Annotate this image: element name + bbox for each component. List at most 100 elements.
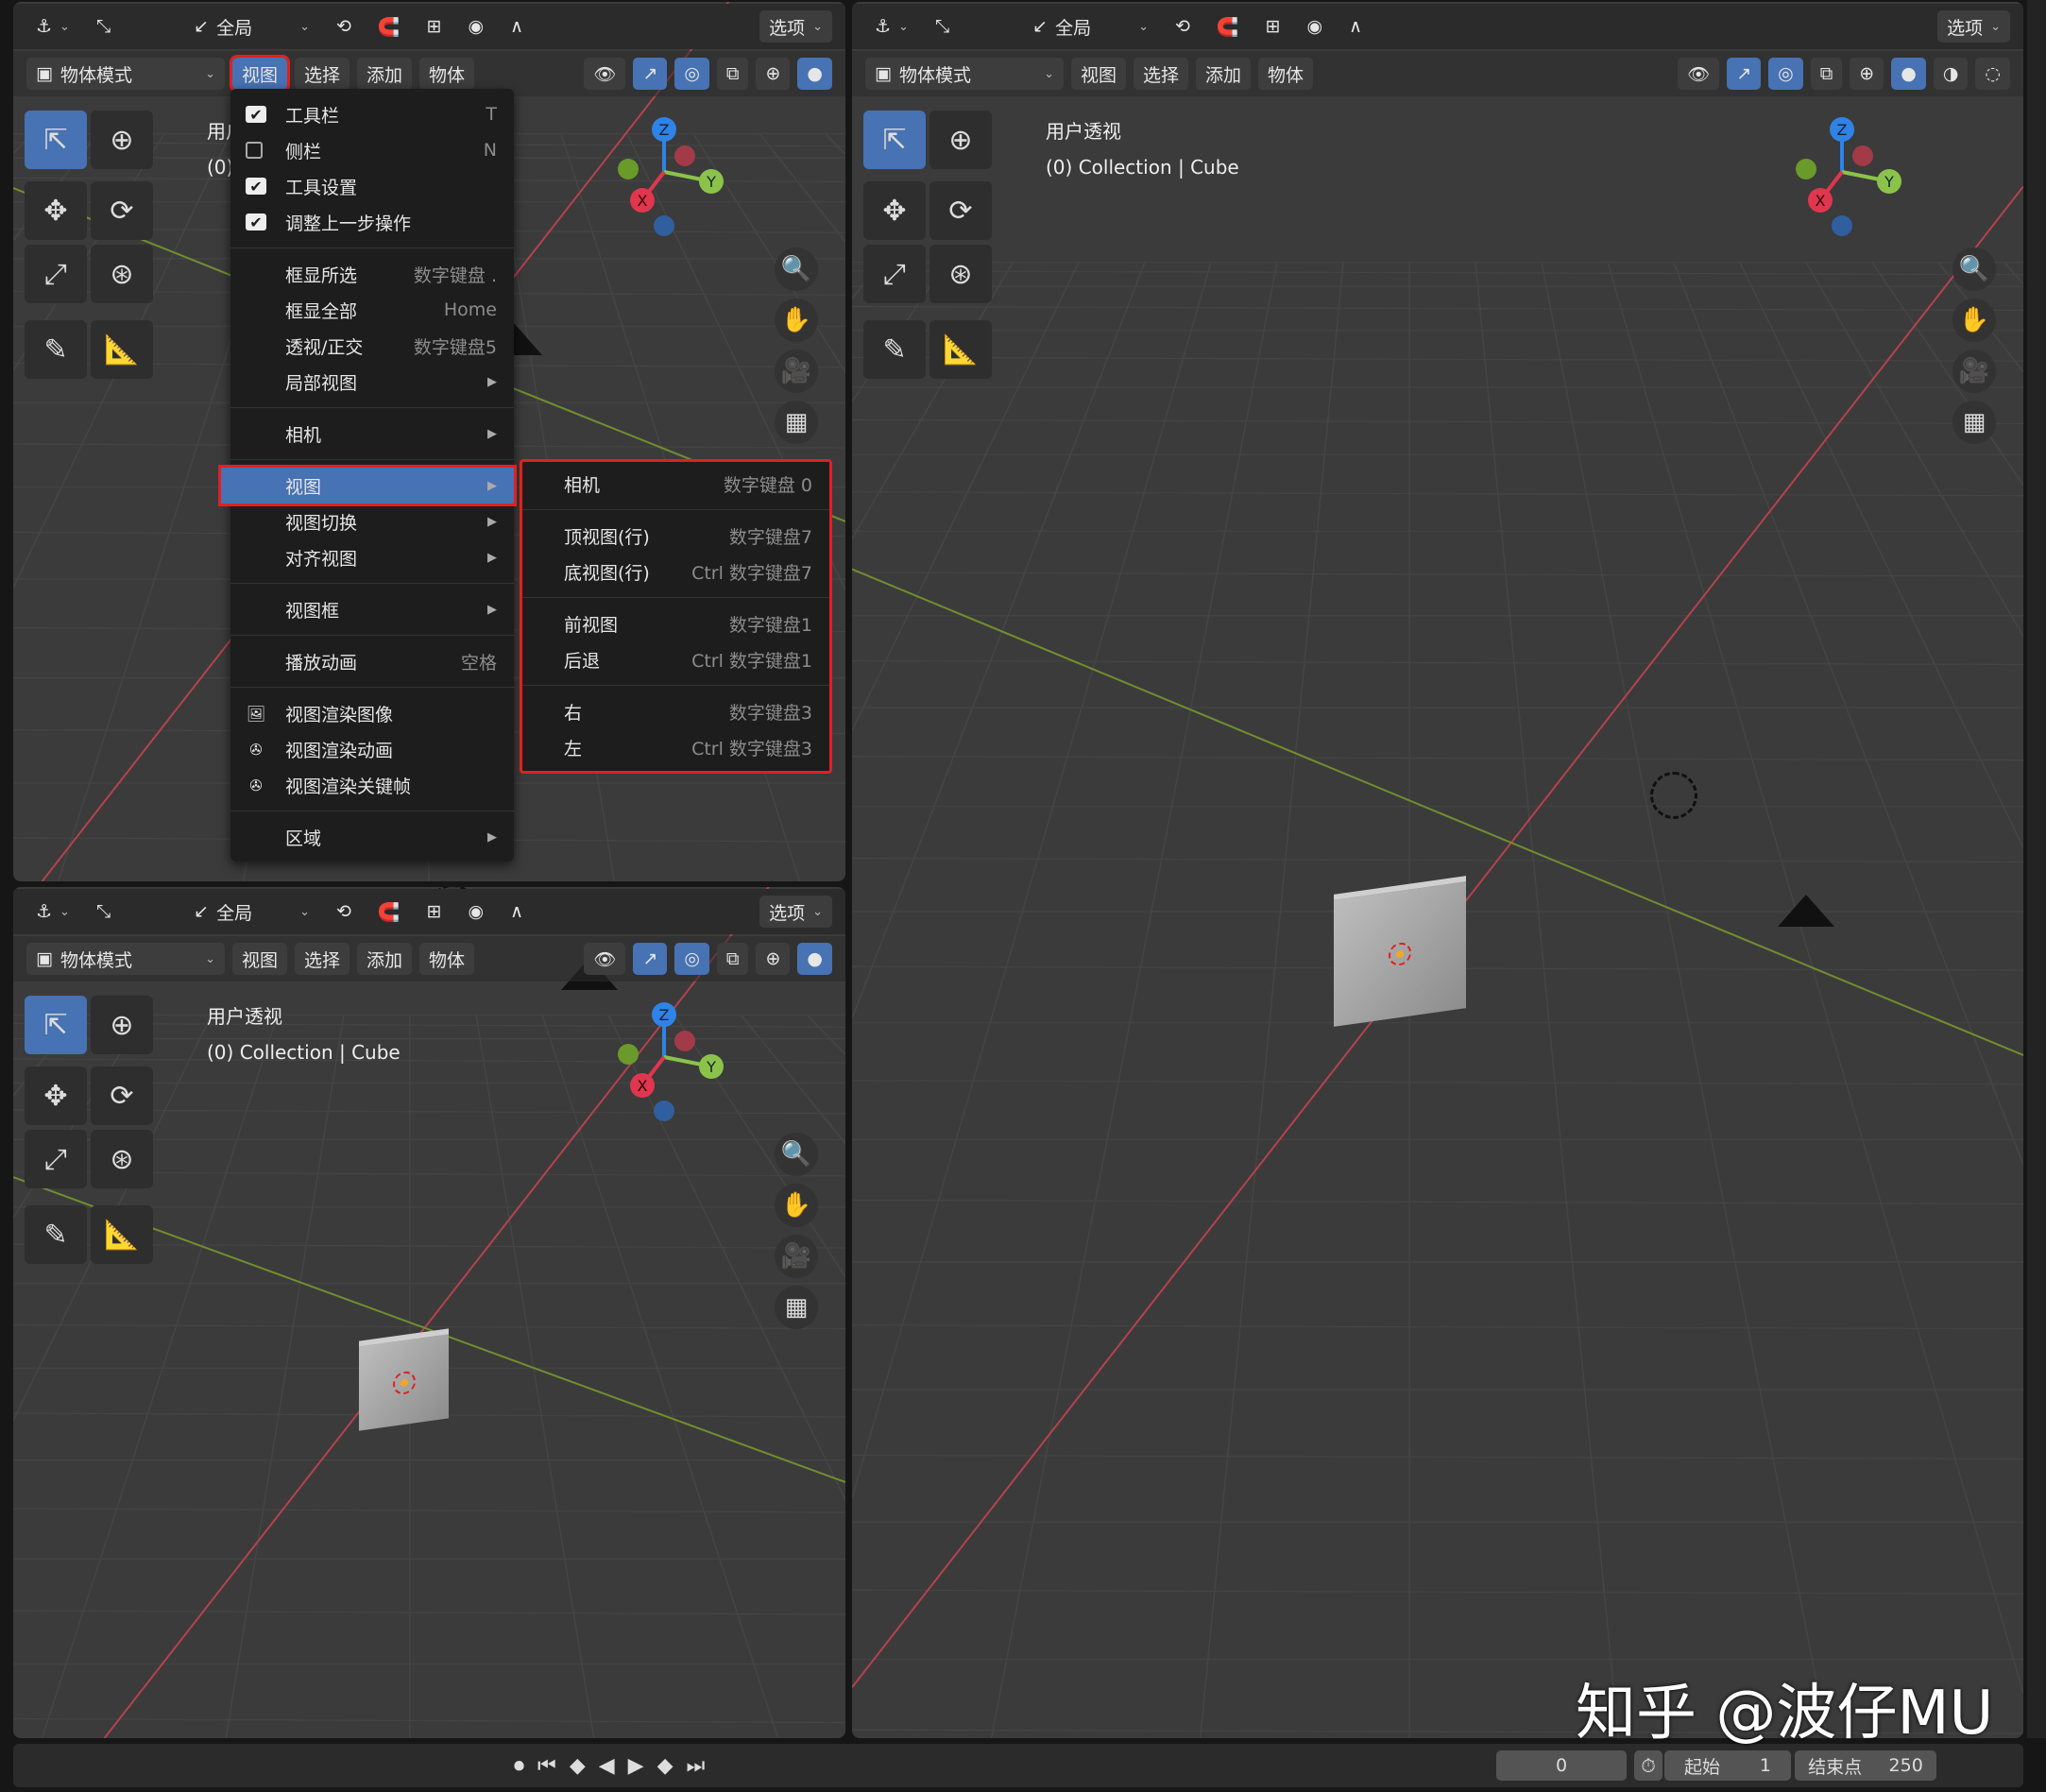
pivot-point-button[interactable]: ⟲ bbox=[1166, 10, 1200, 43]
gizmo-toggle-button[interactable]: ↗ bbox=[633, 943, 668, 975]
menu-icon-placeholder[interactable] bbox=[246, 337, 266, 354]
transform-tool[interactable]: ⊛ bbox=[91, 245, 153, 303]
gizmo-toggle-button[interactable]: ↗ bbox=[1727, 58, 1762, 90]
xray-button[interactable]: ⧉ bbox=[1810, 58, 1843, 90]
menu-icon-placeholder[interactable] bbox=[246, 265, 266, 282]
select-mode-icon[interactable]: ⤡ bbox=[87, 10, 120, 43]
rotate-tool[interactable]: ⟳ bbox=[91, 181, 153, 240]
jump-end-icon[interactable]: ⏭ bbox=[687, 1754, 706, 1778]
menu-item[interactable]: 🖼 视图渲染图像 bbox=[230, 695, 514, 731]
options-dropdown[interactable]: 选项 ⌄ bbox=[759, 896, 832, 928]
menu-icon-placeholder[interactable] bbox=[246, 477, 266, 494]
cube-object[interactable] bbox=[1334, 876, 1466, 1027]
zoom-button[interactable]: 🔍 bbox=[1952, 247, 1996, 291]
orientation-dropdown[interactable]: ↙ 全局 ⌄ bbox=[184, 896, 319, 928]
menu-icon-placeholder[interactable] bbox=[246, 828, 266, 845]
options-dropdown[interactable]: 选项 ⌄ bbox=[759, 10, 832, 43]
falloff-button[interactable]: ∧ bbox=[501, 896, 533, 928]
menu-item[interactable]: 框显所选 数字键盘 . bbox=[230, 256, 514, 292]
pan-hand-button[interactable]: ✋ bbox=[1952, 299, 1996, 342]
prev-keyframe-icon[interactable]: ◆ bbox=[570, 1754, 586, 1778]
select-box-tool[interactable]: ⇱ bbox=[863, 111, 926, 169]
submenu-item[interactable]: 相机 数字键盘 0 bbox=[522, 466, 829, 502]
menu-item[interactable]: 相机 ▶ bbox=[230, 416, 514, 452]
menu-item[interactable]: 侧栏 N bbox=[230, 132, 514, 168]
mode-dropdown[interactable]: ▣ 物体模式 ⌄ bbox=[865, 58, 1064, 90]
menu-item[interactable]: ✔ 工具栏 T bbox=[230, 96, 514, 132]
menu-item[interactable]: 局部视图 ▶ bbox=[230, 364, 514, 400]
menu-view[interactable]: 视图 bbox=[1071, 58, 1127, 90]
play-icon[interactable]: ▶ bbox=[628, 1754, 644, 1778]
menu-item[interactable]: 视图 ▶ bbox=[218, 465, 517, 506]
render-image-icon[interactable]: 🖼 bbox=[246, 705, 266, 723]
cursor-tool[interactable]: ⊕ bbox=[929, 111, 992, 169]
menu-view[interactable]: 视图 bbox=[229, 55, 291, 93]
play-reverse-icon[interactable]: ◀ bbox=[599, 1754, 615, 1778]
submenu-item[interactable]: 左 Ctrl 数字键盘3 bbox=[522, 729, 829, 765]
camera-view-button[interactable]: 🎥 bbox=[1952, 350, 1996, 393]
ortho-grid-button[interactable]: ▦ bbox=[1952, 401, 1996, 444]
menu-item[interactable]: 视图切换 ▶ bbox=[230, 503, 514, 539]
navigation-gizmo[interactable]: Z Y X bbox=[590, 111, 732, 252]
orientation-dropdown[interactable]: ↙ 全局 ⌄ bbox=[184, 10, 319, 43]
proportional-edit-button[interactable]: ◉ bbox=[1298, 10, 1333, 43]
checkbox-checked-icon[interactable]: ✔ bbox=[246, 213, 266, 231]
viewport-bottom-left[interactable]: ⚓ ⌄ ⤡ ↙ 全局 ⌄ ⟲ 🧲 ⊞ ◉ ∧ 选项 ⌄ ▣ 物体模式 ⌄ 视图 选择 添加 物体 👁 ↗ ◎ ⧉ ⊕ ● ⇱ ⊕ ✥ ⟳ ⤢… bbox=[13, 887, 845, 1738]
cube-object[interactable] bbox=[358, 1327, 449, 1431]
menu-object[interactable]: 物体 bbox=[1258, 58, 1314, 90]
solid-shading-button[interactable]: ● bbox=[1891, 58, 1926, 90]
pivot-point-button[interactable]: ⟲ bbox=[327, 10, 361, 43]
overlay-button[interactable]: ◎ bbox=[674, 58, 709, 90]
menu-icon-placeholder[interactable] bbox=[246, 301, 266, 318]
proportional-edit-button[interactable]: ◉ bbox=[459, 896, 494, 928]
checkbox-checked-icon[interactable]: ✔ bbox=[246, 106, 266, 124]
measure-tool[interactable]: 📐 bbox=[929, 320, 992, 379]
menu-item[interactable]: 区域 ▶ bbox=[230, 819, 514, 855]
proportional-edit-button[interactable]: ◉ bbox=[459, 10, 494, 43]
record-icon[interactable]: ⏺ bbox=[514, 1754, 524, 1778]
overlay-button[interactable]: ◎ bbox=[674, 943, 709, 975]
navigation-gizmo[interactable]: Z Y X bbox=[590, 996, 732, 1137]
stopwatch-icon[interactable]: ⏱ bbox=[1634, 1750, 1662, 1781]
overlay-button[interactable]: ◎ bbox=[1768, 58, 1803, 90]
orientation-dropdown[interactable]: ↙ 全局 ⌄ bbox=[1023, 10, 1158, 43]
wireframe-shading-button[interactable]: ⊕ bbox=[756, 58, 791, 90]
menu-item[interactable]: ✇ 视图渲染关键帧 bbox=[230, 767, 514, 803]
checkbox-unchecked-icon[interactable] bbox=[246, 142, 263, 159]
menu-item[interactable]: ✇ 视图渲染动画 bbox=[230, 731, 514, 767]
ortho-grid-button[interactable]: ▦ bbox=[775, 1286, 818, 1329]
select-box-tool[interactable]: ⇱ bbox=[25, 111, 87, 169]
next-keyframe-icon[interactable]: ◆ bbox=[657, 1754, 673, 1778]
menu-icon-placeholder[interactable] bbox=[246, 373, 266, 390]
transform-pivot-button[interactable]: ⚓ ⌄ bbox=[26, 10, 79, 43]
annotate-tool[interactable]: ✎ bbox=[863, 320, 926, 379]
transform-tool[interactable]: ⊛ bbox=[91, 1130, 153, 1188]
current-frame-field[interactable]: 0 bbox=[1496, 1750, 1627, 1781]
mode-dropdown[interactable]: ▣ 物体模式 ⌄ bbox=[26, 58, 225, 90]
camera-view-button[interactable]: 🎥 bbox=[775, 350, 818, 393]
light-object[interactable] bbox=[1650, 772, 1697, 819]
menu-item[interactable]: 视图框 ▶ bbox=[230, 591, 514, 627]
solid-shading-button[interactable]: ● bbox=[797, 943, 832, 975]
move-tool[interactable]: ✥ bbox=[25, 181, 87, 240]
gizmo-toggle-button[interactable]: ↗ bbox=[633, 58, 668, 90]
snap-button[interactable]: 🧲 bbox=[368, 10, 410, 43]
falloff-button[interactable]: ∧ bbox=[501, 10, 533, 43]
navigation-gizmo[interactable]: Z Y X bbox=[1768, 111, 1910, 252]
jump-start-icon[interactable]: ⏮ bbox=[537, 1754, 556, 1778]
properties-strip[interactable] bbox=[2027, 0, 2046, 1738]
wireframe-shading-button[interactable]: ⊕ bbox=[1850, 58, 1884, 90]
submenu-item[interactable]: 底视图(行) Ctrl 数字键盘7 bbox=[522, 554, 829, 589]
menu-add[interactable]: 添加 bbox=[1196, 58, 1252, 90]
menu-icon-placeholder[interactable] bbox=[246, 425, 266, 442]
submenu-item[interactable]: 后退 Ctrl 数字键盘1 bbox=[522, 641, 829, 677]
rendered-shading-button[interactable]: ◌ bbox=[1975, 58, 2010, 90]
annotate-tool[interactable]: ✎ bbox=[25, 320, 87, 379]
menu-item[interactable]: 对齐视图 ▶ bbox=[230, 539, 514, 575]
snap-increment-button[interactable]: ⊞ bbox=[418, 10, 452, 43]
mode-dropdown[interactable]: ▣ 物体模式 ⌄ bbox=[26, 943, 225, 975]
measure-tool[interactable]: 📐 bbox=[91, 1205, 153, 1264]
checkbox-checked-icon[interactable]: ✔ bbox=[246, 178, 266, 196]
xray-button[interactable]: ⧉ bbox=[716, 58, 749, 90]
transform-pivot-button[interactable]: ⚓ ⌄ bbox=[26, 896, 79, 928]
